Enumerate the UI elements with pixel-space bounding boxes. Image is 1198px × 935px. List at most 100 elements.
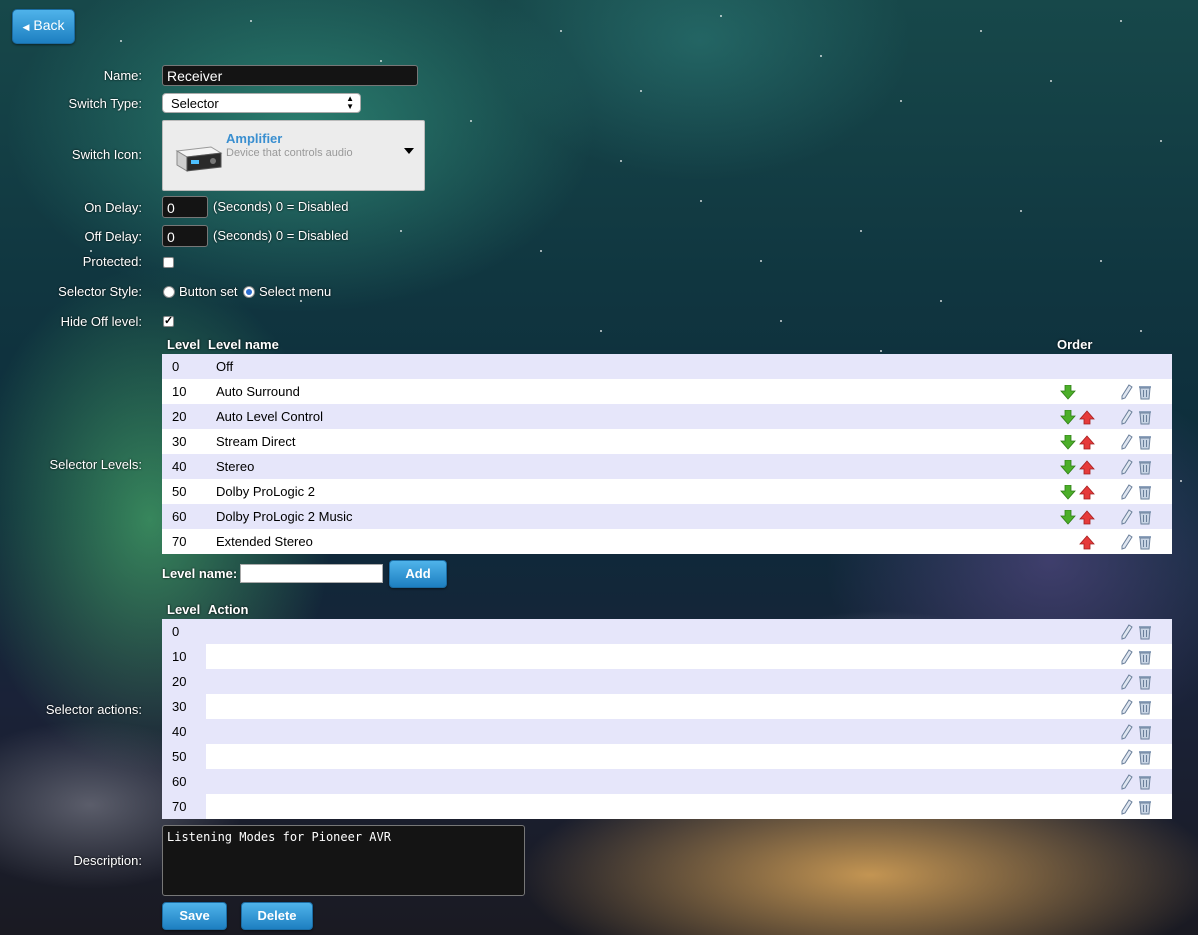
off-delay-input[interactable]: 0 xyxy=(162,225,208,247)
trash-icon[interactable] xyxy=(1138,384,1152,400)
arrow-up-icon[interactable] xyxy=(1079,459,1095,475)
edit-pencil-icon[interactable] xyxy=(1120,699,1134,715)
edit-pencil-icon[interactable] xyxy=(1120,534,1134,550)
trash-icon[interactable] xyxy=(1138,534,1152,550)
selector-actions-label: Selector actions: xyxy=(45,702,142,717)
arrow-up-icon[interactable] xyxy=(1079,534,1095,550)
star-decoration xyxy=(560,30,562,32)
selector-levels-label: Selector Levels: xyxy=(49,457,143,472)
star-decoration xyxy=(1120,20,1122,22)
level-value: 10 xyxy=(172,384,187,399)
arrow-down-icon[interactable] xyxy=(1060,459,1076,475)
level-row: 30 Stream Direct xyxy=(162,429,1172,454)
edit-pencil-icon[interactable] xyxy=(1120,459,1134,475)
selector-style-label: Selector Style: xyxy=(58,284,142,299)
edit-pencil-icon[interactable] xyxy=(1120,649,1134,665)
star-decoration xyxy=(860,230,862,232)
action-value xyxy=(206,644,1120,669)
switch-type-select[interactable]: Selector ▲ ▼ xyxy=(162,93,361,113)
level-row: 60 Dolby ProLogic 2 Music xyxy=(162,504,1172,529)
edit-pencil-icon[interactable] xyxy=(1120,774,1134,790)
action-level: 40 xyxy=(162,719,206,744)
trash-icon[interactable] xyxy=(1138,674,1152,690)
star-decoration xyxy=(940,300,942,302)
select-arrows-icon: ▲ ▼ xyxy=(346,94,354,111)
trash-icon[interactable] xyxy=(1138,409,1152,425)
arrow-down-icon[interactable] xyxy=(1060,509,1076,525)
action-level: 30 xyxy=(162,694,206,719)
star-decoration xyxy=(640,90,642,92)
level-name-input[interactable] xyxy=(240,564,383,583)
trash-icon[interactable] xyxy=(1138,749,1152,765)
level-row: 40 Stereo xyxy=(162,454,1172,479)
level-value: 40 xyxy=(172,459,187,474)
radio-button-set[interactable] xyxy=(163,286,175,298)
arrow-up-icon[interactable] xyxy=(1079,509,1095,525)
trash-icon[interactable] xyxy=(1138,624,1152,640)
level-name: Stereo xyxy=(216,459,255,474)
edit-pencil-icon[interactable] xyxy=(1120,384,1134,400)
row-operations xyxy=(1120,744,1172,769)
edit-pencil-icon[interactable] xyxy=(1120,409,1134,425)
arrow-up-icon[interactable] xyxy=(1079,409,1095,425)
edit-pencil-icon[interactable] xyxy=(1120,434,1134,450)
edit-pencil-icon[interactable] xyxy=(1120,749,1134,765)
on-delay-input[interactable]: 0 xyxy=(162,196,208,218)
edit-pencil-icon[interactable] xyxy=(1120,484,1134,500)
actions-col-action: Action xyxy=(208,602,249,617)
row-operations xyxy=(1120,619,1172,644)
arrow-down-icon[interactable] xyxy=(1060,484,1076,500)
trash-icon[interactable] xyxy=(1138,799,1152,815)
star-decoration xyxy=(820,55,822,57)
action-value xyxy=(206,744,1120,769)
action-row: 20 xyxy=(162,669,1172,694)
order-controls xyxy=(1060,404,1120,429)
add-level-button[interactable]: Add xyxy=(389,560,447,588)
level-value: 60 xyxy=(172,509,187,524)
switch-icon-dropdown[interactable]: Amplifier Device that controls audio xyxy=(162,120,425,191)
star-decoration xyxy=(1100,260,1102,262)
save-button[interactable]: Save xyxy=(162,902,227,930)
edit-pencil-icon[interactable] xyxy=(1120,624,1134,640)
back-button[interactable]: ◀ Back xyxy=(12,9,75,44)
name-input[interactable]: Receiver xyxy=(162,65,418,86)
arrow-down-icon[interactable] xyxy=(1060,434,1076,450)
delete-button[interactable]: Delete xyxy=(241,902,313,930)
level-name: Dolby ProLogic 2 Music xyxy=(216,509,353,524)
level-value: 50 xyxy=(172,484,187,499)
chevron-left-icon: ◀ xyxy=(22,22,30,32)
icon-title: Amplifier xyxy=(226,131,283,146)
name-label: Name: xyxy=(103,68,142,83)
edit-pencil-icon[interactable] xyxy=(1120,509,1134,525)
order-controls xyxy=(1060,379,1120,404)
protected-checkbox[interactable] xyxy=(163,257,174,268)
radio-button-set-label: Button set xyxy=(179,284,238,299)
level-name: Off xyxy=(216,359,234,374)
action-value xyxy=(206,694,1120,719)
arrow-down-icon[interactable] xyxy=(1060,384,1076,400)
trash-icon[interactable] xyxy=(1138,699,1152,715)
row-operations xyxy=(1120,454,1172,479)
arrow-down-icon[interactable] xyxy=(1060,409,1076,425)
trash-icon[interactable] xyxy=(1138,434,1152,450)
radio-select-menu[interactable] xyxy=(243,286,255,298)
trash-icon[interactable] xyxy=(1138,649,1152,665)
levels-col-order: Order xyxy=(1057,337,1093,352)
arrow-up-icon[interactable] xyxy=(1079,484,1095,500)
trash-icon[interactable] xyxy=(1138,459,1152,475)
description-textarea[interactable]: Listening Modes for Pioneer AVR xyxy=(162,825,525,896)
trash-icon[interactable] xyxy=(1138,509,1152,525)
trash-icon[interactable] xyxy=(1138,724,1152,740)
star-decoration xyxy=(1140,330,1142,332)
star-decoration xyxy=(760,260,762,262)
action-value xyxy=(206,719,1120,744)
arrow-up-icon[interactable] xyxy=(1079,434,1095,450)
edit-pencil-icon[interactable] xyxy=(1120,674,1134,690)
star-decoration xyxy=(300,300,302,302)
edit-pencil-icon[interactable] xyxy=(1120,799,1134,815)
row-operations xyxy=(1120,719,1172,744)
trash-icon[interactable] xyxy=(1138,484,1152,500)
hide-off-level-checkbox[interactable]: ✓ xyxy=(163,316,174,327)
trash-icon[interactable] xyxy=(1138,774,1152,790)
edit-pencil-icon[interactable] xyxy=(1120,724,1134,740)
